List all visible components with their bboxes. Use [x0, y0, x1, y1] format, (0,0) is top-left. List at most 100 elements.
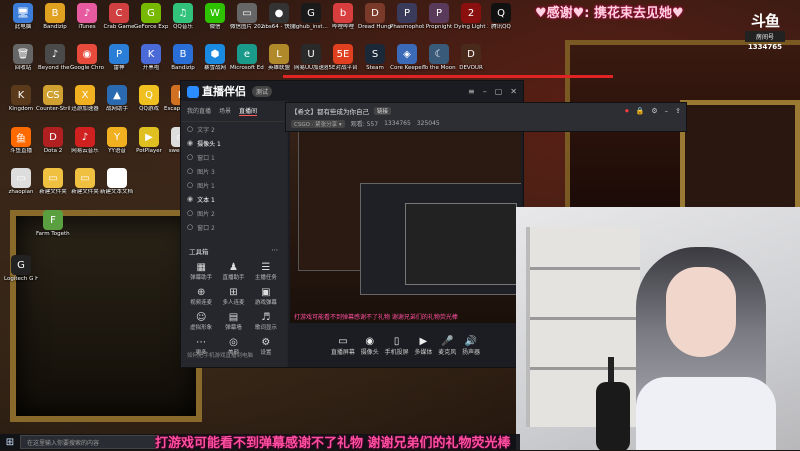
desktop-icon[interactable]: 5E 5E对战平台 [326, 44, 360, 72]
desktop-icon[interactable]: U 网易UU加速器 [294, 44, 328, 72]
source-button[interactable]: ▶ 多媒体 [414, 336, 432, 356]
tool-button[interactable]: ☺ 虚拟形象 [185, 312, 217, 331]
scene-item[interactable]: ○ 图片 3 [181, 164, 286, 178]
maximize-icon[interactable]: ▢ [495, 87, 503, 96]
scene-item[interactable]: ○ 文字 2 [181, 122, 286, 136]
desktop-icon[interactable]: ▭ 新建文件夹 [36, 168, 70, 196]
desktop-icon[interactable]: ▭ zhaopian [4, 168, 38, 196]
desktop-icon[interactable]: K 开黑啦 [134, 44, 168, 72]
eye-hidden-icon[interactable]: ○ [187, 153, 193, 161]
eye-hidden-icon[interactable]: ○ [187, 209, 193, 217]
scene-item[interactable]: ○ 图片 1 [181, 178, 286, 192]
scene-item[interactable]: ○ 窗口 1 [181, 150, 286, 164]
desktop-icon[interactable]: B Bandizip [166, 44, 200, 72]
tool-button[interactable]: ⊕ 视频连麦 [185, 287, 217, 306]
desktop-icon[interactable]: C Crab Game [102, 3, 136, 31]
desktop-icon[interactable]: D DEVOUR [454, 44, 488, 72]
eye-hidden-icon[interactable]: ○ [187, 181, 193, 189]
lock-icon[interactable]: 🔒 [636, 107, 645, 116]
tool-button[interactable]: ▦ 弹幕助手 [185, 262, 217, 281]
desktop-icon[interactable]: FFarm Together [36, 210, 70, 238]
tab-0[interactable]: 我的直播 [187, 106, 211, 116]
scene-item[interactable]: ○ 图片 2 [181, 206, 286, 220]
eye-icon[interactable]: ◉ [187, 195, 193, 203]
source-icon: ▶ [419, 336, 428, 347]
desktop-icon[interactable]: ▲ 战网助手 [100, 85, 134, 113]
desktop-icon[interactable]: GGeForce Experience [134, 3, 168, 31]
desktop-icon[interactable]: CSCounter-Strike: Global Off... [36, 85, 70, 113]
tool-button[interactable]: ♟ 直播助手 [217, 262, 249, 281]
source-button[interactable]: ▭ 直播屏幕 [331, 336, 355, 356]
source-button[interactable]: 🎤 麦克风 [438, 336, 456, 356]
live-category[interactable]: CSGO · 紧张分享 ▾ [291, 119, 345, 128]
minimize-icon[interactable]: – [665, 107, 669, 116]
desktop-icon[interactable]: ▭微信图片 2021111... [230, 3, 264, 31]
desktop-icon[interactable]: 🖥 此电脑 [6, 3, 40, 31]
desktop-icon[interactable]: 鱼斗鱼直播 [4, 127, 38, 155]
desktop-icon[interactable]: W 微信 [198, 3, 232, 31]
desktop-icon[interactable]: X 迅游加速器 [68, 85, 102, 113]
tool-button[interactable]: ▤ 弹幕墙 [217, 312, 249, 331]
live-tag[interactable]: 链接 [374, 107, 392, 115]
desktop-icon[interactable]: B Bandizip [38, 3, 72, 31]
desktop-icon[interactable]: L 英雄联盟 [262, 44, 296, 72]
desktop-icon[interactable]: 2 Dying Light 2 [454, 3, 488, 31]
desktop-icon[interactable]: ▭ 新建文件夹 [68, 168, 102, 196]
desktop-icon[interactable]: Y YY语音 [100, 127, 134, 155]
eye-hidden-icon[interactable]: ○ [187, 223, 193, 231]
desktop-icon[interactable]: ▶ PotPlayer [132, 127, 166, 155]
desktop-icon[interactable]: b 哔哩哔哩 [326, 3, 360, 31]
scene-item[interactable]: ◉ 摄像头 1 [181, 136, 286, 150]
app-titlebar[interactable]: 直播伴侣 测试 ≡ – ▢ ✕ [181, 81, 523, 101]
tool-button[interactable]: ♬ 歌词显示 [250, 312, 282, 331]
taskbar-search-input[interactable]: 在这里输入你要搜索的内容 [20, 435, 158, 449]
desktop-icon[interactable]: ◈ Core Keeper [390, 44, 424, 72]
desktop-icon[interactable]: PPhasmophobia [390, 3, 424, 31]
desktop-icon[interactable]: 🗑 回收站 [6, 44, 40, 72]
desktop-icon[interactable]: ♪ iTunes [70, 3, 104, 31]
desktop-icon[interactable]: GLogitech G HUB [4, 255, 38, 283]
eye-icon[interactable]: ◉ [187, 139, 193, 147]
eye-hidden-icon[interactable]: ○ [187, 125, 193, 133]
desktop-icon[interactable]: ♪ 网易云音乐 [68, 127, 102, 155]
tab-2[interactable]: 直播间 [239, 106, 258, 116]
source-button[interactable]: ▯ 手机投屏 [385, 336, 409, 356]
tab-1[interactable]: 场景 [219, 106, 231, 116]
desktop-icon[interactable]: DDread Hunger [358, 3, 392, 31]
share-icon[interactable]: ⇪ [675, 107, 681, 116]
mobile-stream-hint[interactable]: 如何把手机游戏直播到电脑 [187, 351, 253, 359]
desktop-icon[interactable]: ☾ To the Moon [422, 44, 456, 72]
desktop-icon[interactable]: ▭新建文本文档 (3) [100, 168, 134, 196]
close-icon[interactable]: ✕ [510, 87, 517, 96]
desktop-icon[interactable]: S Steam [358, 44, 392, 72]
stream-preview[interactable]: 打游戏可能看不到弹幕感谢不了礼物 谢谢兄弟们的礼物荧光棒 [290, 103, 521, 323]
desktop-icon[interactable]: ⬢ 暴雪战网 [198, 44, 232, 72]
eye-hidden-icon[interactable]: ○ [187, 167, 193, 175]
record-icon[interactable]: ⏺ [625, 107, 629, 116]
desktop-icon[interactable]: K Kingdom [4, 85, 38, 113]
desktop-icon[interactable]: Q QQ游戏 [132, 85, 166, 113]
desktop-icon[interactable]: ◉Google Chrome [70, 44, 104, 72]
desktop-icon[interactable]: P 雷神 [102, 44, 136, 72]
tool-button[interactable]: ⊞ 多人连麦 [217, 287, 249, 306]
tool-button[interactable]: ☰ 主播任务 [250, 262, 282, 281]
minimize-icon[interactable]: – [483, 87, 487, 96]
toolbox-more-icon[interactable]: ⋯ [272, 246, 279, 256]
tool-button[interactable]: ⚙ 设置 [250, 337, 282, 356]
desktop-icon[interactable]: D Dota 2 [36, 127, 70, 155]
windows-start-icon[interactable]: ⊞ [0, 437, 20, 448]
desktop-icon[interactable]: Gighub_inst... [294, 3, 328, 31]
scene-item[interactable]: ○ 窗口 2 [181, 220, 286, 234]
desktop-icon[interactable]: Q 腾讯QQ [484, 3, 518, 31]
desktop-icon[interactable]: P Propnight [422, 3, 456, 31]
desktop-icon[interactable]: ●obs64 - 快捷方式 [262, 3, 296, 31]
source-button[interactable]: ◉ 摄像头 [361, 336, 379, 356]
desktop-icon[interactable]: ♪Beyond the Wire Sou... [38, 44, 72, 72]
desktop-icon[interactable]: ♫ QQ音乐 [166, 3, 200, 31]
scene-item[interactable]: ◉ 文本 1 [181, 192, 286, 206]
desktop-icon[interactable]: eMicrosoft Edge [230, 44, 264, 72]
source-button[interactable]: 🔊 扬声器 [462, 336, 480, 356]
menu-icon[interactable]: ≡ [468, 87, 475, 96]
settings-icon[interactable]: ⚙ [651, 107, 657, 116]
tool-button[interactable]: ▣ 游戏弹幕 [250, 287, 282, 306]
